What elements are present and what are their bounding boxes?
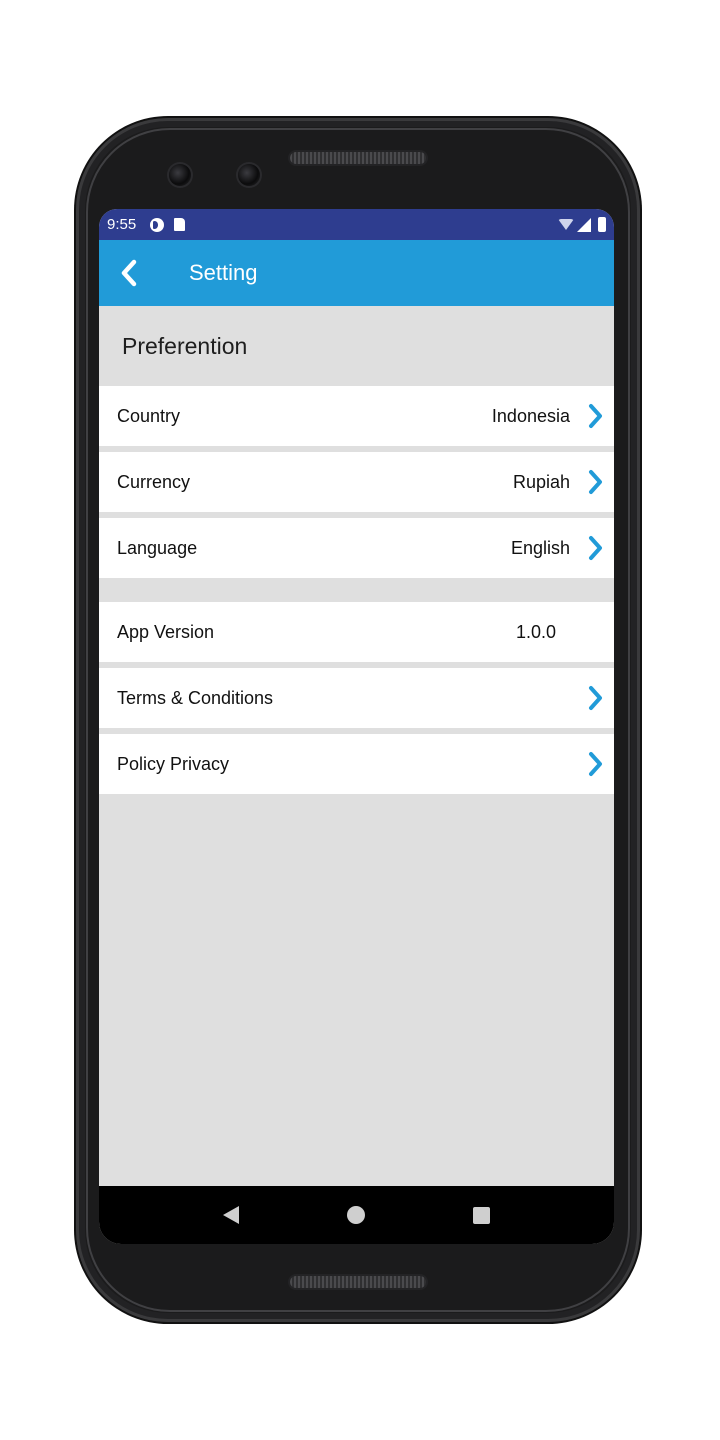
chevron-right-icon: [584, 468, 606, 496]
sd-card-icon: [174, 218, 186, 231]
circle-home-icon[interactable]: [347, 1206, 365, 1224]
country-label: Country: [117, 405, 181, 426]
country-row[interactable]: Country Indonesia: [99, 386, 614, 446]
language-value: English: [510, 537, 570, 558]
chevron-right-icon: [584, 402, 606, 430]
app-version-label: App Version: [117, 621, 215, 642]
chevron-right-icon: [584, 684, 606, 712]
chevron-right-icon: [584, 534, 606, 562]
battery-icon: [598, 217, 606, 232]
app-bar: Setting: [99, 240, 614, 306]
cell-signal-icon: [577, 217, 591, 232]
status-bar: 9:55: [99, 209, 614, 240]
wifi-icon: [558, 219, 574, 230]
language-row[interactable]: Language English: [99, 518, 614, 578]
currency-row[interactable]: Currency Rupiah: [99, 452, 614, 512]
back-button[interactable]: [99, 240, 159, 306]
app-notification-icon: [150, 217, 165, 232]
app-version-row: App Version 1.0.0: [99, 602, 614, 662]
preference-section-header: Preferention: [122, 332, 248, 359]
policy-privacy-row[interactable]: Policy Privacy: [99, 734, 614, 794]
chevron-right-icon: [584, 750, 606, 778]
page-title: Setting: [189, 260, 258, 285]
phone-screen: 9:55 Setting Preferention Country Indone…: [99, 209, 614, 1244]
policy-privacy-label: Policy Privacy: [117, 753, 230, 774]
language-label: Language: [117, 537, 198, 558]
square-recents-icon[interactable]: [473, 1206, 490, 1224]
country-value: Indonesia: [491, 405, 570, 426]
status-indicators: [558, 217, 606, 232]
system-navigation-bar: [99, 1186, 614, 1244]
front-camera-icon: [169, 164, 191, 186]
status-time: 9:55: [107, 216, 137, 233]
bottom-speaker: [290, 1276, 426, 1288]
front-sensor-icon: [238, 164, 260, 186]
terms-conditions-label: Terms & Conditions: [117, 687, 274, 708]
currency-value: Rupiah: [512, 471, 570, 492]
app-version-value: 1.0.0: [515, 621, 556, 642]
triangle-back-icon[interactable]: [223, 1206, 239, 1224]
earpiece-speaker: [290, 152, 426, 164]
terms-conditions-row[interactable]: Terms & Conditions: [99, 668, 614, 728]
chevron-left-icon: [121, 259, 137, 287]
currency-label: Currency: [117, 471, 191, 492]
